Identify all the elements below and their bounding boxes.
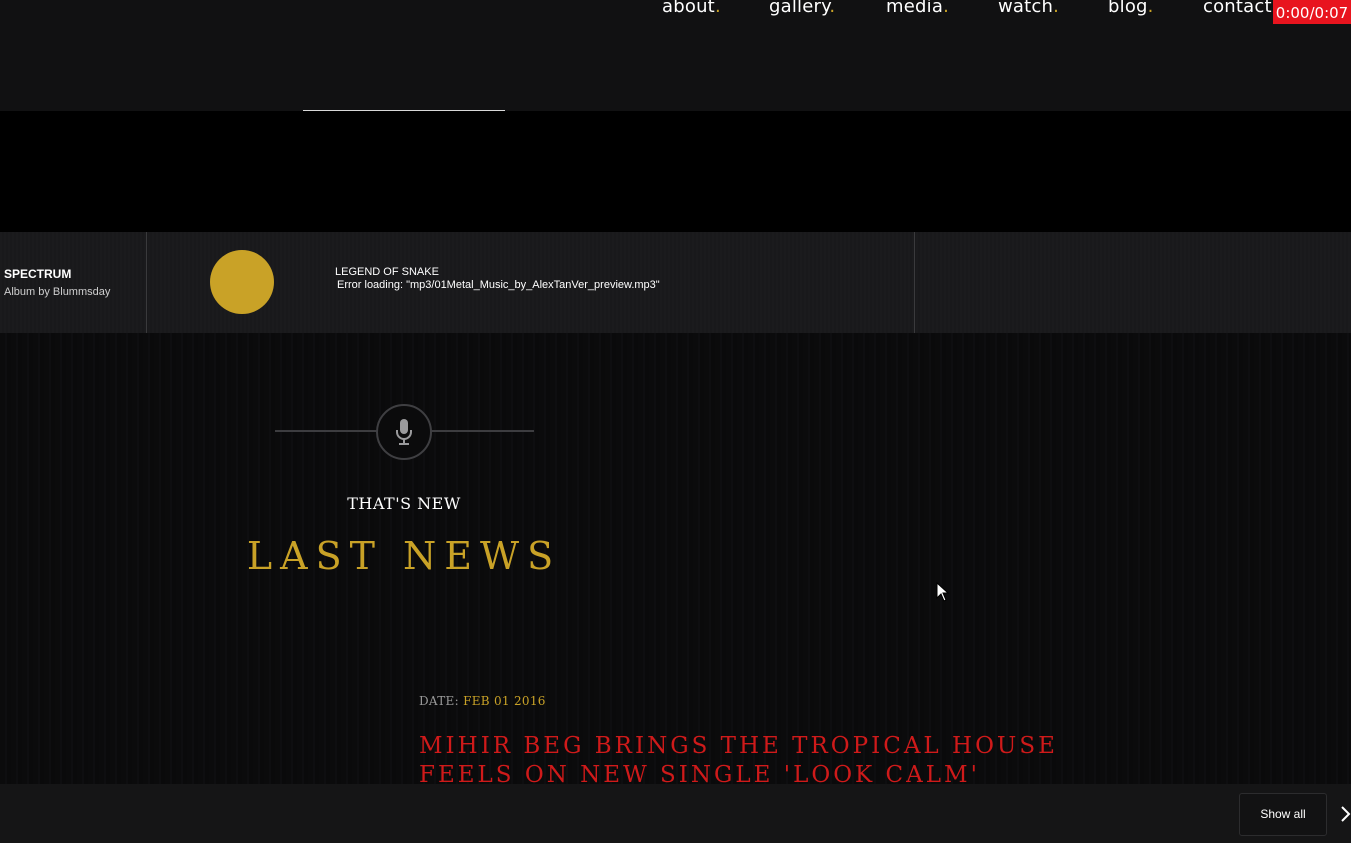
track-title: LEGEND OF SNAKE (335, 266, 439, 278)
heading-divider-left (275, 430, 377, 432)
nav-label: contact (1203, 0, 1272, 17)
section-heading: LAST NEWS (246, 534, 562, 578)
nav-dot: . (1147, 0, 1154, 17)
nav-label: watch (998, 0, 1054, 17)
microphone-icon (396, 419, 412, 445)
album-title: SPECTRUM (4, 267, 72, 281)
nav-item-watch[interactable]: watch. (998, 0, 1059, 17)
player-divider (146, 232, 147, 333)
nav-item-blog[interactable]: blog. (1108, 0, 1154, 17)
player-divider (914, 232, 915, 333)
section-icon-badge (376, 404, 432, 460)
nav-dot: . (943, 0, 949, 17)
nav-dot: . (1053, 0, 1060, 17)
track-error-message: Error loading: "mp3/01Metal_Music_by_Ale… (337, 279, 660, 291)
nav-label: about (662, 0, 715, 17)
nav-item-gallery[interactable]: gallery. (769, 0, 835, 17)
date-label: DATE: (419, 694, 459, 708)
nav-item-contact[interactable]: contact. (1203, 0, 1278, 17)
nav-label: gallery (769, 0, 830, 17)
date-value: FEB 01 2016 (463, 694, 546, 708)
news-title-link[interactable]: MIHIR BEG BRINGS THE TROPICAL HOUSE FEEL… (419, 732, 1139, 790)
news-section (0, 333, 1351, 784)
heading-divider-right (431, 430, 534, 432)
nav-label: media (886, 0, 944, 17)
mouse-cursor-icon (936, 581, 950, 607)
nav-item-about[interactable]: about. (662, 0, 721, 17)
album-subtitle: Album by Blummsday (4, 286, 111, 298)
bottom-bar: Show all (0, 784, 1351, 843)
section-subheading: THAT'S NEW (347, 494, 461, 513)
nav-dot: . (829, 0, 836, 17)
play-button[interactable] (210, 250, 274, 314)
news-date: DATE: FEB 01 2016 (419, 694, 546, 708)
top-navigation-bar: about. gallery. media. watch. blog. cont… (0, 0, 1351, 111)
nav-dot: . (714, 0, 721, 17)
music-player: SPECTRUM Album by Blummsday LEGEND OF SN… (0, 232, 1351, 333)
nav-item-media[interactable]: media. (886, 0, 949, 17)
audio-timer: 0:00/0:07 (1273, 0, 1351, 24)
hero-band (0, 111, 1351, 232)
chevron-right-icon[interactable] (1340, 804, 1351, 828)
main-nav: about. gallery. media. watch. blog. cont… (0, 0, 1351, 26)
nav-label: blog (1108, 0, 1148, 17)
show-all-button[interactable]: Show all (1239, 793, 1327, 836)
